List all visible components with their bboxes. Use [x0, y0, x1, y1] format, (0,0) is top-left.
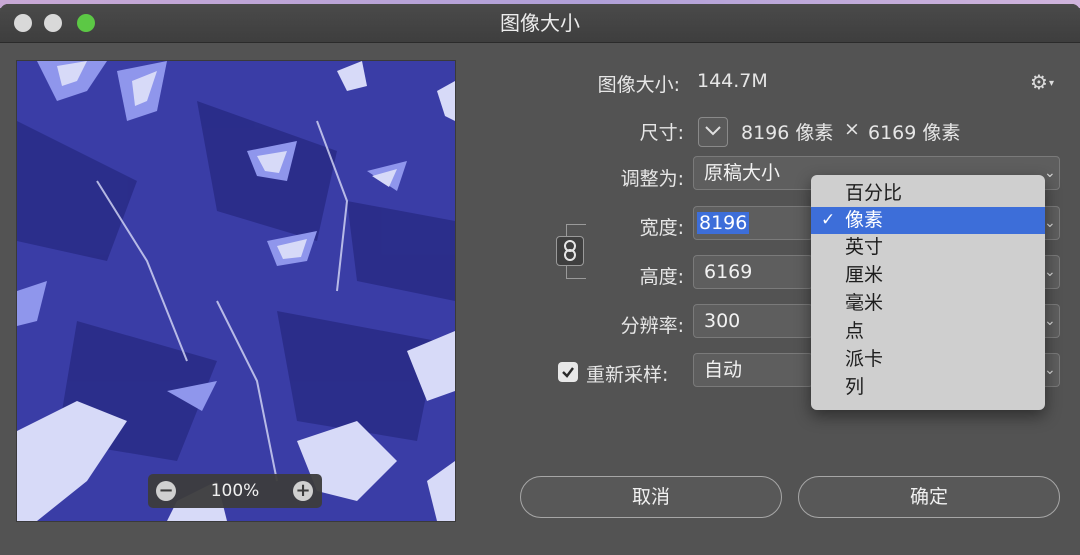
width-value: 8196 [697, 212, 750, 234]
chevron-down-icon [705, 126, 721, 136]
image-size-label: 图像大小: [597, 74, 680, 96]
width-input[interactable]: 8196 [693, 206, 813, 240]
unit-dropdown-menu: 百分比 ✓ 像素 英寸 厘米 毫米 点 派卡 列 [811, 175, 1045, 410]
unit-option-millimeters[interactable]: 毫米 [811, 290, 1045, 317]
unit-option-inches[interactable]: 英寸 [811, 234, 1045, 261]
chevron-down-icon: ▾ [1049, 78, 1055, 89]
unit-option-picas[interactable]: 派卡 [811, 346, 1045, 373]
checkmark-icon: ✓ [821, 210, 836, 230]
unit-option-columns[interactable]: 列 [811, 374, 1045, 401]
preview-image [17, 61, 455, 521]
chain-link-icon [564, 240, 576, 261]
resample-select[interactable]: 自动 [693, 353, 813, 387]
plus-circle-icon[interactable]: + [293, 481, 313, 501]
fit-to-label: 调整为: [620, 168, 684, 190]
zoom-level: 100% [210, 481, 260, 501]
height-label: 高度: [639, 266, 684, 288]
chevron-down-icon: ⌄ [1044, 313, 1056, 329]
image-size-dialog: 图像大小 − 100% + 图像大小: 144.7M ⚙ ▾ 尺寸: 8196 … [0, 4, 1080, 555]
ok-button[interactable]: 确定 [798, 476, 1060, 518]
resample-checkbox[interactable] [558, 362, 578, 382]
checkmark-icon [562, 367, 574, 378]
chevron-down-icon: ⌄ [1044, 264, 1056, 280]
chevron-down-icon: ⌄ [1044, 215, 1056, 231]
window-title: 图像大小 [500, 11, 580, 35]
dimensions-width: 8196 像素 [741, 122, 834, 144]
height-value: 6169 [704, 261, 753, 283]
dimensions-unit-button[interactable] [698, 117, 728, 147]
resample-label: 重新采样: [586, 364, 669, 386]
unit-option-centimeters[interactable]: 厘米 [811, 262, 1045, 289]
height-input[interactable]: 6169 [693, 255, 813, 289]
dimensions-height: 6169 像素 [868, 122, 961, 144]
resolution-input[interactable]: 300 [693, 304, 813, 338]
chevron-down-icon: ⌄ [1044, 362, 1056, 378]
resolution-value: 300 [704, 310, 741, 332]
width-label: 宽度: [639, 217, 684, 239]
gear-icon[interactable]: ⚙ [1030, 70, 1048, 94]
image-preview[interactable] [16, 60, 456, 522]
dimensions-label: 尺寸: [639, 122, 684, 144]
unit-option-points[interactable]: 点 [811, 318, 1045, 345]
resample-value: 自动 [704, 359, 743, 381]
cancel-button[interactable]: 取消 [520, 476, 782, 518]
unit-option-pixels[interactable]: ✓ 像素 [811, 207, 1045, 234]
preview-zoom-bar: − 100% + [148, 474, 322, 508]
minus-circle-icon[interactable]: − [156, 481, 176, 501]
resolution-label: 分辨率: [620, 315, 684, 337]
chevron-down-icon: ⌄ [1044, 165, 1056, 181]
image-size-value: 144.7M [697, 70, 768, 92]
unit-option-percent[interactable]: 百分比 [811, 180, 1045, 207]
dimensions-separator: × [844, 118, 860, 140]
